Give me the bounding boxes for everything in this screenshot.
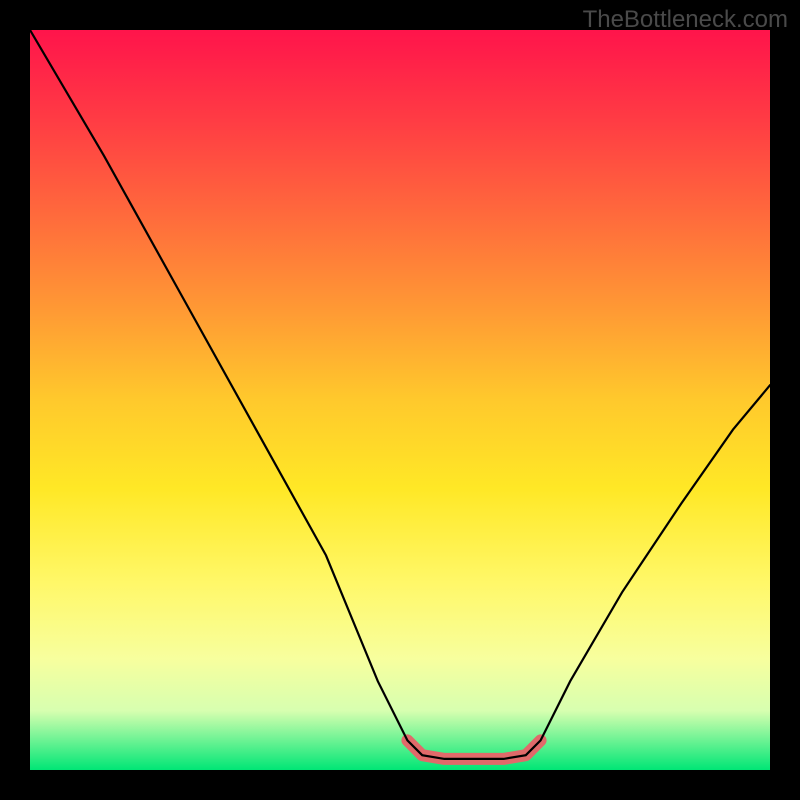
watermark-text: TheBottleneck.com bbox=[583, 6, 788, 34]
chart-svg bbox=[30, 30, 770, 770]
curve-path bbox=[30, 30, 770, 759]
chart-plot-area bbox=[30, 30, 770, 770]
